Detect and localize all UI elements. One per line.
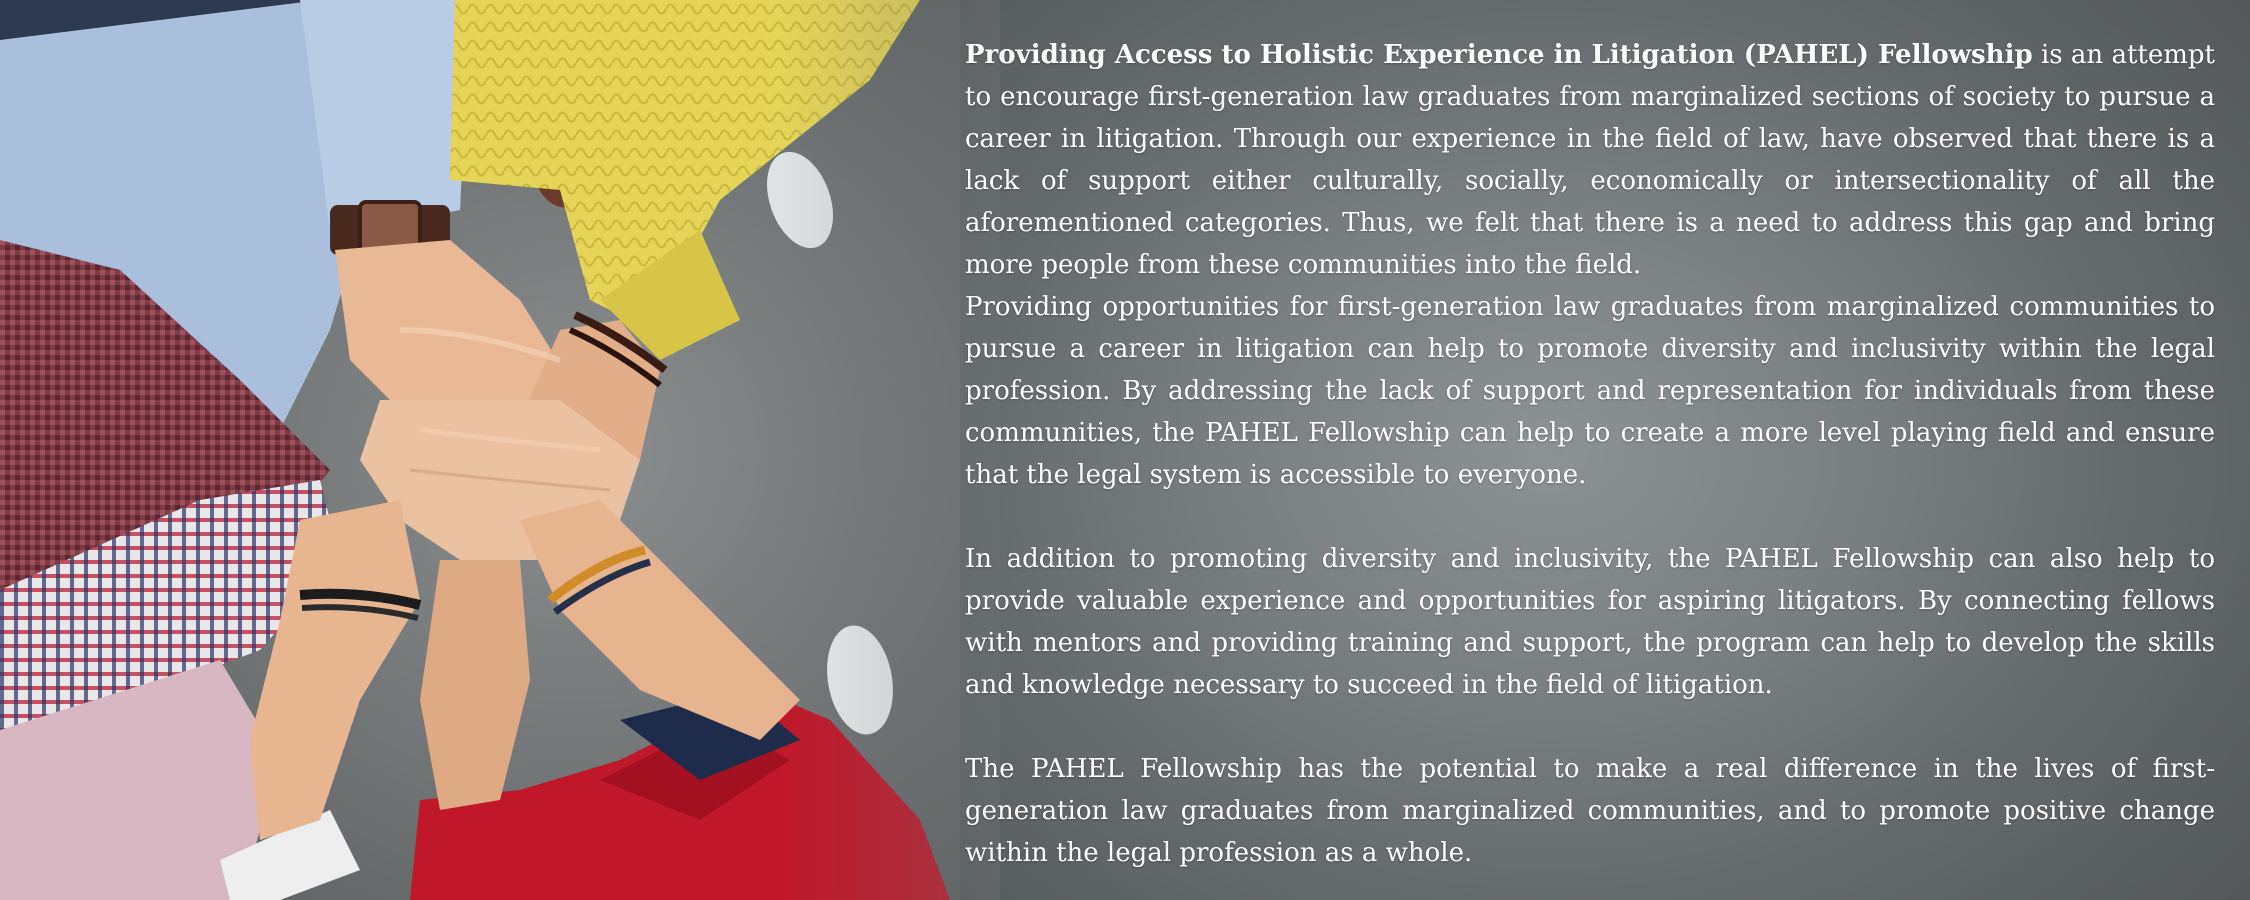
fellowship-title: Providing Access to Holistic Experience … [965, 40, 2033, 70]
intro-text: is an attempt to encourage first-generat… [965, 40, 2215, 280]
fellowship-description: Providing Access to Holistic Experience … [965, 34, 2215, 874]
intro-paragraph: Providing Access to Holistic Experience … [965, 34, 2215, 286]
paragraph-impact: The PAHEL Fellowship has the potential t… [965, 754, 2215, 868]
paragraph-mentorship: In addition to promoting diversity and i… [965, 544, 2215, 700]
pahel-banner: Providing Access to Holistic Experience … [0, 0, 2250, 900]
paragraph-diversity: Providing opportunities for first-genera… [965, 292, 2215, 490]
